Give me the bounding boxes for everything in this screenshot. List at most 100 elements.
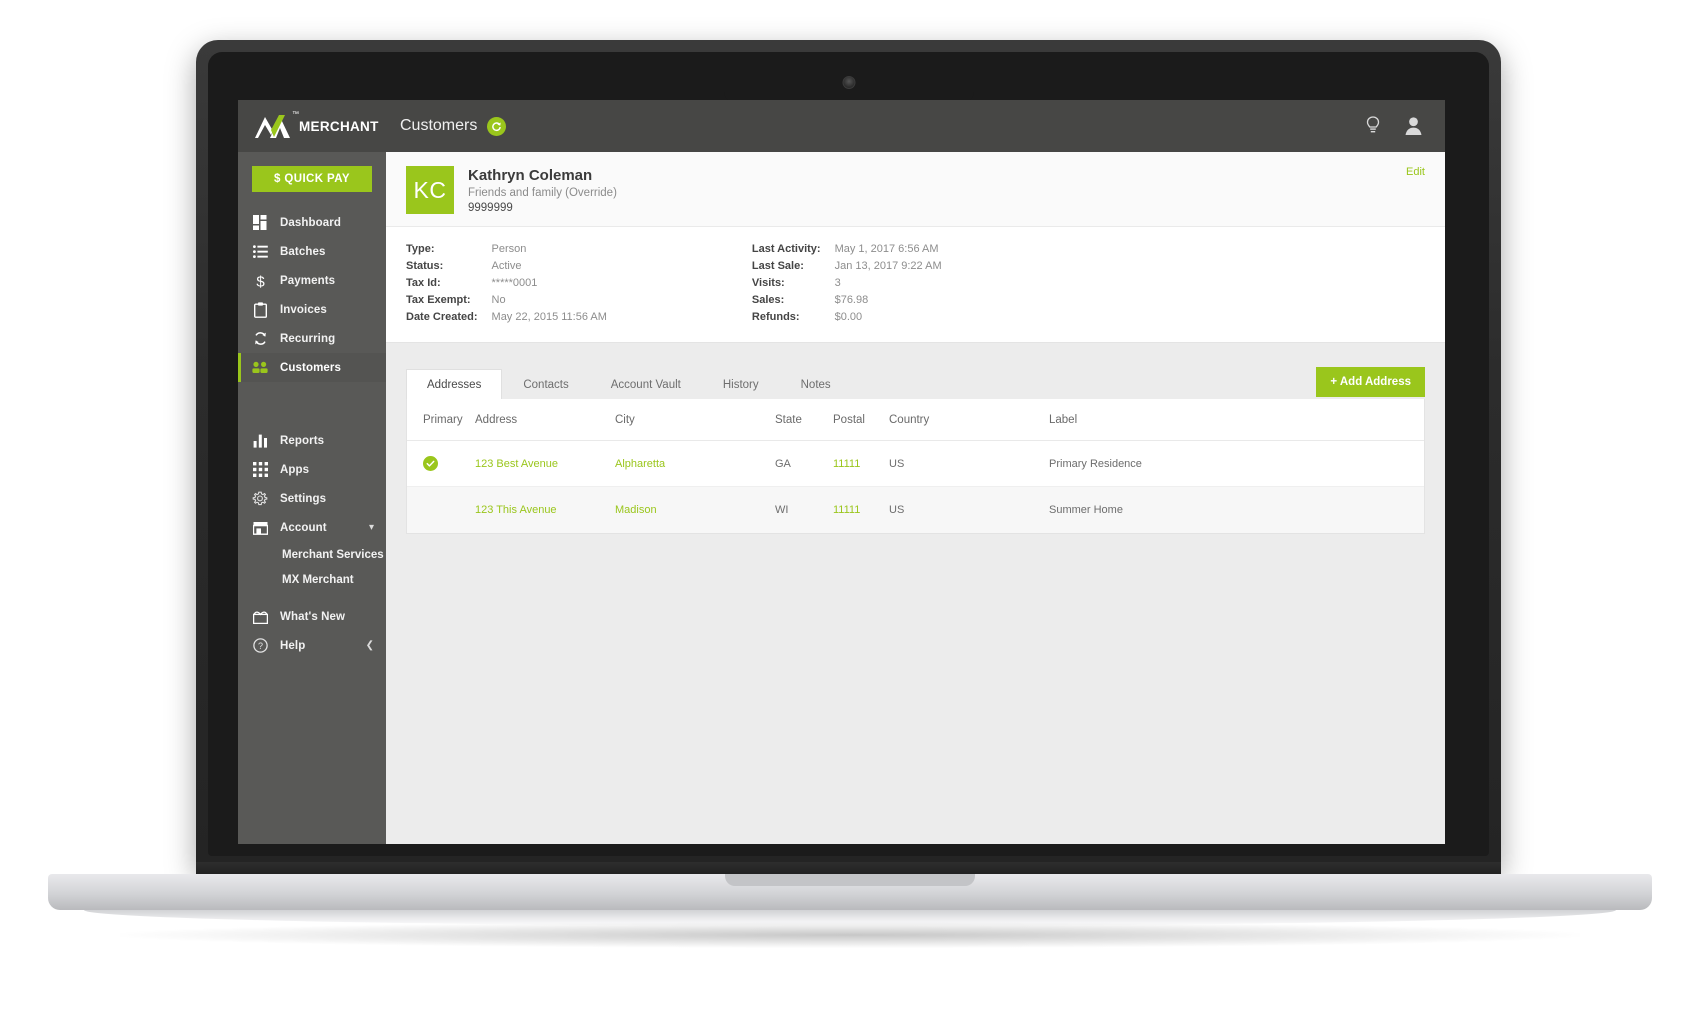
tab-contacts[interactable]: Contacts [502, 369, 589, 399]
sidebar-item-label: Invoices [280, 303, 327, 316]
sidebar: $ QUICK PAY Dashboard Batches $ Payments… [238, 152, 386, 844]
dollar-icon: $ [252, 273, 268, 289]
tabs-section: Addresses Contacts Account Vault History… [386, 343, 1445, 399]
city-link[interactable]: Madison [609, 504, 769, 516]
svg-text:?: ? [257, 641, 262, 651]
column-header-primary: Primary [423, 413, 463, 426]
sidebar-item-payments[interactable]: $ Payments [238, 266, 386, 295]
detail-value: Active [491, 260, 522, 272]
customer-details: Type: Status: Tax Id: Tax Exempt: Date C… [386, 227, 1445, 342]
sidebar-item-batches[interactable]: Batches [238, 237, 386, 266]
label-cell: Primary Residence [1049, 457, 1142, 470]
column-header-postal: Postal [833, 413, 865, 426]
detail-key: Visits: [751, 277, 785, 289]
trademark-symbol: ™ [292, 111, 299, 118]
laptop-base [48, 874, 1652, 910]
detail-value: May 22, 2015 11:56 AM [491, 311, 607, 323]
quick-pay-button[interactable]: $ QUICK PAY [252, 166, 372, 192]
sidebar-item-label: Payments [280, 274, 336, 287]
sidebar-item-label: Settings [280, 492, 327, 505]
tab-addresses[interactable]: Addresses [406, 369, 503, 399]
customer-header: KC Kathryn Coleman Friends and family (O… [386, 152, 1445, 227]
table-row[interactable]: 123 This Avenue Madison WI 11111 US Summ… [407, 487, 1424, 533]
tab-notes[interactable]: Notes [780, 369, 852, 399]
address-link[interactable]: 123 This Avenue [469, 504, 609, 516]
detail-key: Refunds: [751, 311, 800, 323]
postal-link[interactable]: 11111 [827, 504, 883, 516]
table-row[interactable]: 123 Best Avenue Alpharetta GA 11111 US P… [407, 441, 1424, 487]
sidebar-item-invoices[interactable]: Invoices [238, 295, 386, 324]
user-icon[interactable] [1401, 113, 1425, 139]
laptop-shadow [120, 922, 1580, 948]
detail-value: $76.98 [834, 294, 869, 306]
detail-key: Last Activity: [751, 243, 821, 255]
topbar-actions [1361, 113, 1445, 139]
customer-card: KC Kathryn Coleman Friends and family (O… [386, 152, 1445, 343]
detail-key: Sales: [751, 294, 785, 306]
label-cell: Summer Home [1049, 504, 1123, 516]
state-cell: WI [775, 504, 789, 516]
laptop-lid: ™ MERCHANT Customers $ QUICK PAY Dashboa… [196, 40, 1501, 870]
edit-link[interactable]: Edit [1406, 166, 1425, 178]
detail-key: Status: [406, 260, 444, 272]
camera-icon [842, 76, 855, 89]
column-header-state: State [775, 413, 802, 426]
address-link[interactable]: 123 Best Avenue [469, 458, 609, 470]
lightbulb-icon[interactable] [1361, 113, 1385, 139]
sidebar-item-account[interactable]: Account ▾ [238, 513, 386, 542]
city-link[interactable]: Alpharetta [609, 458, 769, 470]
detail-keys: Type: Status: Tax Id: Tax Exempt: Date C… [406, 241, 478, 326]
chevron-down-icon[interactable]: ▾ [369, 522, 374, 533]
customer-group: Friends and family (Override) [468, 187, 617, 199]
primary-cell [407, 456, 469, 471]
top-bar: ™ MERCHANT Customers [238, 100, 1445, 152]
sidebar-item-mx-merchant[interactable]: MX Merchant [238, 567, 386, 592]
avatar: KC [406, 166, 454, 214]
address-table: Primary Address City State Postal Countr… [406, 399, 1425, 534]
column-header-address: Address [475, 413, 518, 426]
sidebar-item-customers[interactable]: Customers [238, 353, 386, 382]
people-icon [252, 360, 268, 376]
column-header-country: Country [889, 413, 930, 426]
main-content: KC Kathryn Coleman Friends and family (O… [386, 152, 1445, 844]
detail-values: May 1, 2017 6:56 AM Jan 13, 2017 9:22 AM… [835, 241, 942, 326]
sidebar-item-dashboard[interactable]: Dashboard [238, 208, 386, 237]
chevron-left-icon[interactable]: ❮ [366, 640, 374, 651]
sidebar-item-settings[interactable]: Settings [238, 484, 386, 513]
tab-account-vault[interactable]: Account Vault [590, 369, 702, 399]
sidebar-item-merchant-services[interactable]: Merchant Services [238, 542, 386, 567]
sidebar-item-reports[interactable]: Reports [238, 426, 386, 455]
detail-value: No [491, 294, 506, 306]
refresh-icon [252, 331, 268, 347]
customer-details-right: Last Activity: Last Sale: Visits: Sales:… [752, 241, 942, 326]
add-address-button[interactable]: + Add Address [1316, 367, 1425, 397]
detail-value: Person [491, 243, 527, 255]
list-icon [252, 244, 268, 260]
customer-number: 9999999 [468, 202, 513, 214]
body-row: $ QUICK PAY Dashboard Batches $ Payments… [238, 152, 1445, 844]
country-cell: US [889, 457, 905, 470]
sidebar-subitem-label: MX Merchant [282, 573, 354, 586]
detail-key: Type: [406, 243, 435, 255]
sidebar-item-label: Customers [280, 361, 341, 374]
sidebar-item-whats-new[interactable]: What's New [238, 602, 386, 631]
svg-text:$: $ [256, 273, 265, 289]
sidebar-item-help[interactable]: ? Help ❮ [238, 631, 386, 660]
sidebar-item-label: What's New [280, 610, 346, 623]
sidebar-item-apps[interactable]: Apps [238, 455, 386, 484]
refresh-icon[interactable] [487, 116, 507, 136]
column-header-label: Label [1049, 413, 1078, 426]
detail-value: *****0001 [491, 277, 538, 289]
customer-name: Kathryn Coleman [468, 167, 593, 184]
sidebar-item-recurring[interactable]: Recurring [238, 324, 386, 353]
tab-history[interactable]: History [702, 369, 780, 399]
app-window: ™ MERCHANT Customers $ QUICK PAY Dashboa… [238, 100, 1445, 844]
brand-name: MERCHANT [299, 118, 379, 134]
postal-link[interactable]: 11111 [827, 458, 883, 470]
detail-values: Person Active *****0001 No May 22, 2015 … [492, 241, 607, 326]
detail-value: $0.00 [834, 311, 863, 323]
brand-logo[interactable]: ™ MERCHANT [238, 111, 386, 139]
clipboard-icon [252, 301, 268, 318]
customer-identity: Kathryn Coleman Friends and family (Over… [468, 166, 617, 214]
